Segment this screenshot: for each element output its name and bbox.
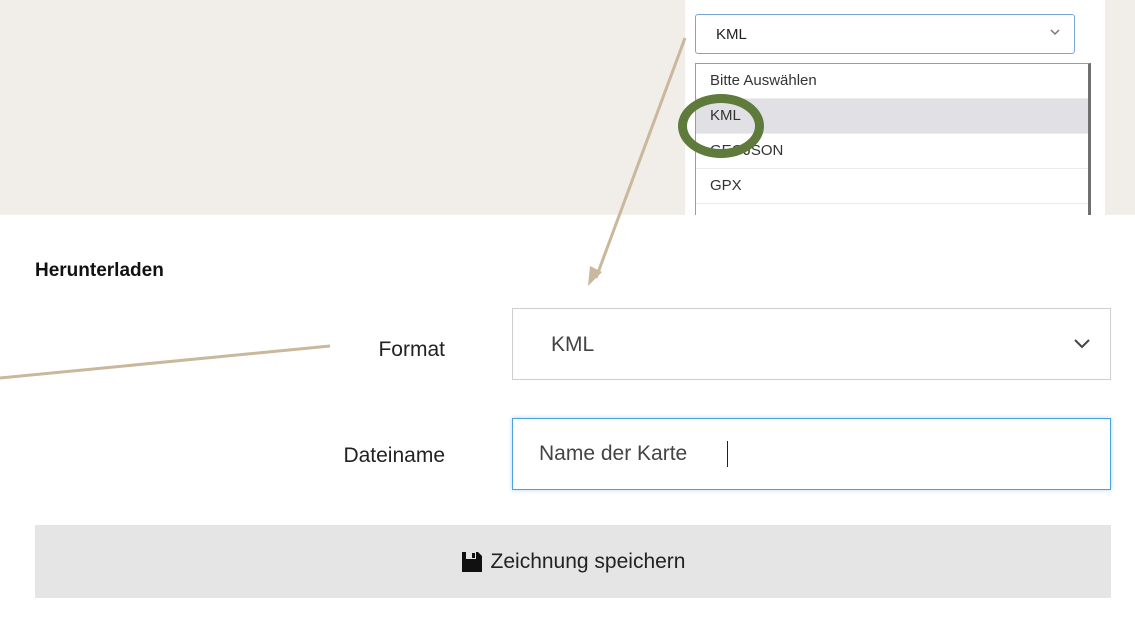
callout-format-select[interactable]: KML — [695, 14, 1075, 54]
format-label: Format — [378, 338, 445, 361]
save-button-label: Zeichnung speichern — [490, 549, 686, 573]
highlight-ring — [678, 94, 764, 158]
chevron-down-icon — [1074, 339, 1090, 349]
format-select-value: KML — [551, 333, 595, 356]
callout-select-value: KML — [716, 26, 747, 43]
chevron-down-icon — [1050, 29, 1060, 36]
section-title: Herunterladen — [35, 260, 164, 281]
format-select[interactable]: KML — [512, 308, 1111, 380]
option-bitte-auswaehlen[interactable]: Bitte Auswählen — [696, 64, 1088, 99]
save-drawing-button[interactable]: Zeichnung speichern — [35, 525, 1111, 598]
text-caret — [727, 441, 728, 467]
download-panel: Herunterladen Format KML Dateiname Zeich… — [0, 215, 1135, 624]
filename-label: Dateiname — [343, 444, 445, 467]
floppy-disk-icon — [461, 551, 482, 572]
filename-input[interactable] — [512, 418, 1111, 490]
option-gpx[interactable]: GPX — [696, 169, 1088, 204]
